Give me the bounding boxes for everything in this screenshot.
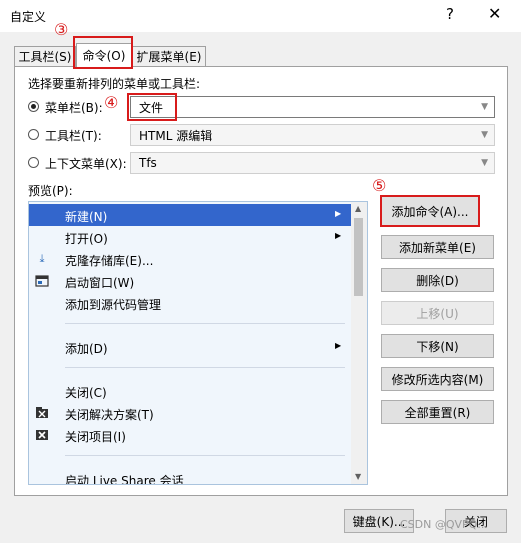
list-separator <box>65 323 345 324</box>
list-item[interactable]: 添加(D) ▶ <box>29 336 351 358</box>
list-item-label: 关闭(C) <box>65 386 107 400</box>
watermark: CSDN @QVPQ... <box>400 518 488 531</box>
toolbar-select-value: HTML 源编辑 <box>139 128 213 143</box>
list-separator <box>65 455 345 456</box>
submenu-arrow-icon: ▶ <box>335 231 342 240</box>
list-item-label: 关闭项目(I) <box>65 430 126 444</box>
list-item-label: 打开(O) <box>65 232 108 246</box>
list-item-label: 启动 Live Share 会话 <box>65 474 184 485</box>
submenu-arrow-icon: ▶ <box>335 341 342 350</box>
add-new-menu-button[interactable]: 添加新菜单(E) <box>381 235 494 259</box>
list-item[interactable]: 新建(N) ▶ <box>29 204 351 226</box>
add-command-button[interactable]: 添加命令(A)... <box>380 195 480 227</box>
clone-icon: ⤓ <box>39 252 45 265</box>
list-item[interactable]: 启动窗口(W) <box>29 270 351 292</box>
help-button[interactable]: ? <box>446 5 454 23</box>
list-item[interactable]: 添加到源代码管理 <box>29 292 351 314</box>
move-up-button[interactable]: 上移(U) <box>381 301 494 325</box>
list-item[interactable]: 启动 Live Share 会话 <box>29 468 351 485</box>
move-down-button[interactable]: 下移(N) <box>381 334 494 358</box>
delete-button[interactable]: 删除(D) <box>381 268 494 292</box>
annotation-box-commands-tab <box>73 36 133 69</box>
title-bar <box>0 0 521 32</box>
choose-label: 选择要重新排列的菜单或工具栏: <box>28 77 201 91</box>
tab-toolbars[interactable]: 工具栏(S) <box>14 46 76 66</box>
preview-label: 预览(P): <box>28 184 73 198</box>
window-title: 自定义 <box>10 10 47 24</box>
list-item-label: 关闭解决方案(T) <box>65 408 154 422</box>
menubar-label: 菜单栏(B): <box>45 101 103 115</box>
context-select-value: Tfs <box>139 156 157 170</box>
menubar-radio[interactable] <box>28 101 39 112</box>
list-item-label: 新建(N) <box>65 210 108 224</box>
toolbar-label: 工具栏(T): <box>45 129 102 143</box>
chevron-down-icon: ▼ <box>481 130 488 140</box>
annotation-5: ⑤ <box>372 176 387 195</box>
close-window-button[interactable]: ✕ <box>488 4 501 23</box>
toolbar-select[interactable]: HTML 源编辑 ▼ <box>130 124 495 146</box>
scrollbar-thumb[interactable] <box>354 218 363 296</box>
list-item[interactable]: 关闭(C) <box>29 380 351 402</box>
menubar-select[interactable]: 文件 ▼ <box>130 96 495 118</box>
list-item-label: 克隆存储库(E)... <box>65 254 154 268</box>
list-item-label: 添加(D) <box>65 342 108 356</box>
context-label: 上下文菜单(X): <box>45 157 127 171</box>
scroll-up-icon[interactable]: ▲ <box>355 204 361 213</box>
toolbar-radio[interactable] <box>28 129 39 140</box>
annotation-3: ③ <box>54 20 69 39</box>
list-item[interactable]: 打开(O) ▶ <box>29 226 351 248</box>
context-radio[interactable] <box>28 157 39 168</box>
list-separator <box>65 367 345 368</box>
chevron-down-icon: ▼ <box>481 102 488 112</box>
annotation-box-file <box>127 93 177 121</box>
context-select[interactable]: Tfs ▼ <box>130 152 495 174</box>
tab-extensions-menu[interactable]: 扩展菜单(E) <box>132 46 206 66</box>
annotation-4: ④ <box>104 93 119 112</box>
start-window-icon <box>35 274 49 288</box>
reset-all-button[interactable]: 全部重置(R) <box>381 400 494 424</box>
close-project-icon <box>35 428 49 442</box>
modify-selection-button[interactable]: 修改所选内容(M) <box>381 367 494 391</box>
close-solution-icon <box>35 406 49 420</box>
list-item[interactable]: 关闭项目(I) <box>29 424 351 446</box>
submenu-arrow-icon: ▶ <box>335 209 342 218</box>
scroll-down-icon[interactable]: ▼ <box>355 472 361 481</box>
list-item-label: 启动窗口(W) <box>65 276 135 290</box>
list-item[interactable]: 关闭解决方案(T) <box>29 402 351 424</box>
list-item-label: 添加到源代码管理 <box>65 298 162 312</box>
preview-list[interactable]: 新建(N) ▶ 打开(O) ▶ ⤓ 克隆存储库(E)... 启动窗口(W) 添加… <box>28 201 368 485</box>
list-item[interactable]: ⤓ 克隆存储库(E)... <box>29 248 351 270</box>
chevron-down-icon: ▼ <box>481 158 488 168</box>
